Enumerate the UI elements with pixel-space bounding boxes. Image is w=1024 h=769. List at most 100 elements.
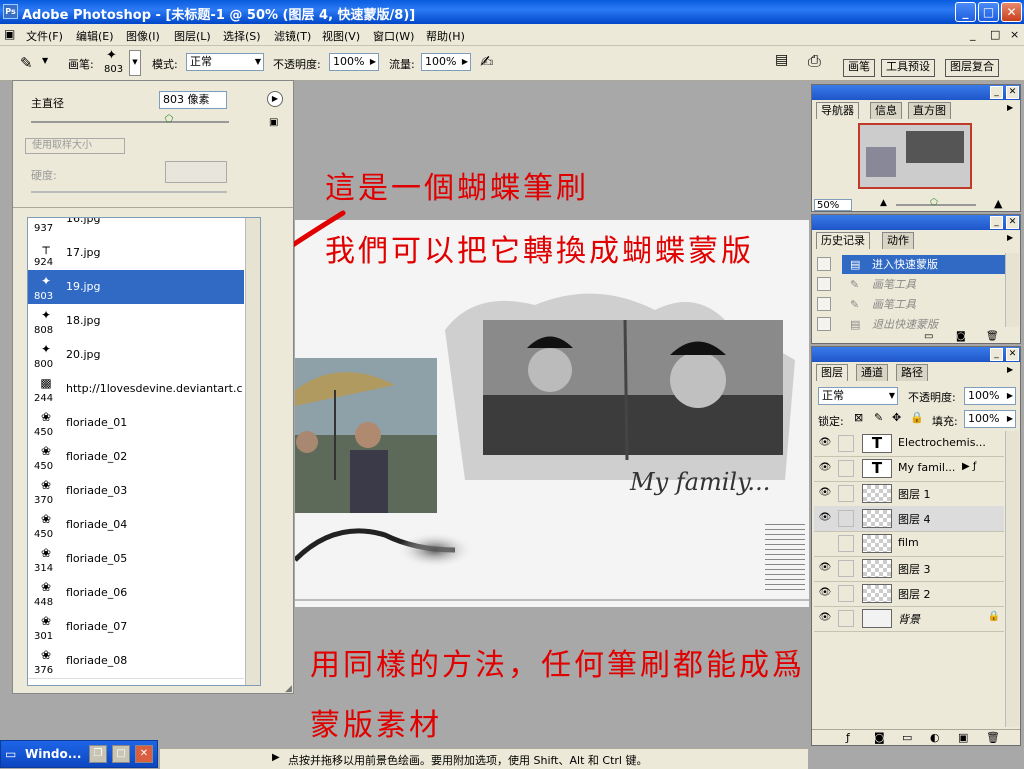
airbrush-icon[interactable]: ✍ — [480, 52, 493, 71]
layer-visibility-eye-icon[interactable]: 👁 — [818, 512, 832, 524]
tab-channels[interactable]: 通道 — [856, 364, 888, 381]
layer-visibility-eye-icon[interactable]: 👁 — [818, 587, 832, 599]
resize-grip-icon[interactable]: ◢ — [285, 684, 292, 694]
tab-layers[interactable]: 图层 — [816, 364, 848, 381]
layer-row[interactable]: 👁 图层 2 — [814, 581, 1004, 607]
menu-image[interactable]: 图像(I) — [126, 28, 160, 44]
new-layer-icon[interactable]: ▣ — [958, 731, 968, 744]
hardness-slider[interactable] — [31, 191, 227, 193]
panel-minimize-button[interactable]: _ — [990, 348, 1003, 361]
panel-menu-arrow-icon[interactable]: ▶ — [1007, 365, 1013, 374]
print-icon[interactable]: ⎙ — [808, 51, 821, 71]
layer-visibility-eye-icon[interactable]: 👁 — [818, 562, 832, 574]
snapshot-icon[interactable]: ◙ — [956, 331, 966, 342]
tool-preset-arrow-icon[interactable]: ▼ — [42, 56, 48, 65]
history-state-item[interactable]: ✎ 画笔工具 — [842, 295, 1016, 314]
layer-link-box[interactable] — [838, 435, 854, 452]
taskbar-maximize-button[interactable]: □ — [112, 745, 130, 763]
menu-filter[interactable]: 滤镜(T) — [274, 28, 311, 44]
brush-tool-icon[interactable]: ✎ — [20, 54, 33, 72]
butterfly-brush-icon[interactable]: ✦ — [106, 48, 117, 63]
brush-preset-item[interactable]: ▩ 244 http://1lovesdevine.deviantart.c — [28, 372, 244, 407]
tab-layer-comps[interactable]: 图层复合 — [945, 59, 999, 77]
new-group-icon[interactable]: ▭ — [902, 731, 912, 744]
history-state-item[interactable]: ✎ 画笔工具 — [842, 275, 1016, 294]
lock-position-icon[interactable]: ✥ — [892, 411, 901, 424]
tab-navigator[interactable]: 导航器 — [816, 102, 859, 119]
use-sample-size-button[interactable]: 使用取样大小 — [25, 138, 125, 154]
tab-brushes[interactable]: 画笔 — [843, 59, 875, 77]
master-diameter-slider-thumb[interactable]: ⬠ — [165, 114, 174, 125]
lock-pixels-icon[interactable]: ✎ — [874, 411, 883, 424]
layer-row[interactable]: 👁 背景 🔒 — [814, 606, 1004, 632]
tab-history[interactable]: 历史记录 — [816, 232, 870, 249]
layers-title-bar[interactable]: _ ✕ — [812, 347, 1020, 362]
fill-input[interactable]: 100% ▶ — [964, 410, 1016, 428]
brush-preset-item[interactable]: ❀ 450 floriade_04 — [28, 508, 244, 543]
panel-close-button[interactable]: ✕ — [1006, 86, 1019, 99]
brush-preset-item[interactable]: ❀ 376 floriade_08 — [28, 644, 244, 679]
layer-link-box[interactable] — [838, 560, 854, 577]
layer-link-box[interactable] — [838, 610, 854, 627]
layer-visibility-eye-icon[interactable]: 👁 — [818, 612, 832, 624]
layer-row[interactable]: 👁 图层 4 — [814, 506, 1004, 532]
panel-close-button[interactable]: ✕ — [1006, 348, 1019, 361]
picker-menu-arrow-icon[interactable]: ▶ — [267, 91, 283, 107]
history-source-checkbox[interactable] — [817, 297, 831, 311]
layer-row[interactable]: 👁 T Electrochemis... — [814, 431, 1004, 457]
brush-preset-item[interactable]: ❀ 314 floriade_05 — [28, 542, 244, 577]
history-source-checkbox[interactable] — [817, 277, 831, 291]
palette-well-icon[interactable]: ▤ — [775, 52, 788, 68]
layer-link-box[interactable] — [838, 485, 854, 502]
layer-link-box[interactable] — [838, 510, 854, 527]
document-canvas[interactable]: My family... — [295, 220, 809, 607]
menu-view[interactable]: 视图(V) — [322, 28, 360, 44]
master-diameter-slider[interactable] — [31, 121, 229, 123]
brush-preset-item[interactable]: ❀ 450 floriade_01 — [28, 406, 244, 441]
navigator-preview[interactable] — [858, 123, 972, 189]
navigator-zoom-slider-thumb[interactable]: ⬠ — [930, 198, 938, 208]
navigator-zoom-input[interactable]: 50% — [814, 199, 852, 211]
layer-row[interactable]: 👁 图层 3 — [814, 556, 1004, 582]
blend-mode-select[interactable]: 正常 ▼ — [818, 387, 898, 405]
tab-info[interactable]: 信息 — [870, 102, 902, 119]
history-title-bar[interactable]: _ ✕ — [812, 215, 1020, 230]
tab-tool-presets[interactable]: 工具预设 — [881, 59, 935, 77]
layer-visibility-eye-icon[interactable]: 👁 — [818, 462, 832, 474]
minimize-button[interactable]: _ — [955, 2, 976, 22]
status-arrow-icon[interactable]: ▶ — [272, 752, 280, 763]
layer-link-box[interactable] — [838, 535, 854, 552]
panel-minimize-button[interactable]: _ — [990, 86, 1003, 99]
brush-preset-item[interactable]: ✦ 808 18.jpg — [28, 304, 244, 339]
minimized-window-tab[interactable]: ▭ Windo... ❐ □ ✕ — [0, 740, 158, 768]
doc-minimize-button[interactable]: _ — [970, 28, 976, 41]
layer-row[interactable]: 👁 图层 1 — [814, 481, 1004, 507]
mode-select[interactable]: 正常 ▼ — [186, 53, 264, 71]
doc-restore-button[interactable]: □ — [990, 28, 1000, 41]
panel-menu-arrow-icon[interactable]: ▶ — [1007, 233, 1013, 242]
brush-preset-item[interactable]: ❀ 301 floriade_07 — [28, 610, 244, 645]
layer-link-box[interactable] — [838, 460, 854, 477]
tab-histogram[interactable]: 直方图 — [908, 102, 951, 119]
tab-actions[interactable]: 动作 — [882, 232, 914, 249]
brush-picker-dropdown[interactable]: ▼ — [129, 50, 141, 76]
layer-style-icon[interactable]: ƒ — [846, 731, 850, 744]
layer-visibility-eye-icon[interactable]: 👁 — [818, 437, 832, 449]
menu-edit[interactable]: 编辑(E) — [76, 28, 114, 44]
history-source-checkbox[interactable] — [817, 257, 831, 271]
brush-preset-item[interactable]: ┬ 924 17.jpg — [28, 236, 244, 271]
history-source-checkbox[interactable] — [817, 317, 831, 331]
layer-row[interactable]: 👁 T My famil... ▶ ƒ — [814, 456, 1004, 482]
hardness-input[interactable] — [165, 161, 227, 183]
brush-list-scrollbar[interactable] — [245, 218, 260, 685]
layer-effects-icon[interactable]: ▶ ƒ — [962, 461, 976, 472]
layer-row[interactable]: film — [814, 531, 1004, 557]
layer-visibility-eye-icon[interactable]: 👁 — [818, 487, 832, 499]
brush-preset-item[interactable]: ❀ 370 floriade_03 — [28, 474, 244, 509]
master-diameter-input[interactable]: 803 像素 — [159, 91, 227, 109]
brush-preset-item[interactable]: ✦ 803 19.jpg — [28, 270, 244, 305]
history-state-item[interactable]: ▤ 进入快速蒙版 — [842, 255, 1016, 274]
navigator-title-bar[interactable]: _ ✕ — [812, 85, 1020, 100]
delete-layer-icon[interactable]: 🗑 — [986, 731, 1000, 744]
photoshop-app-icon[interactable]: Ps — [3, 4, 18, 19]
